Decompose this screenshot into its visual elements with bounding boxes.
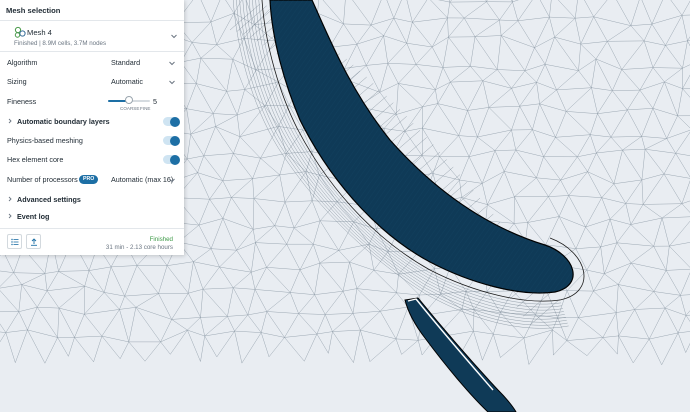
advanced-settings-label: Advanced settings xyxy=(17,195,81,204)
mesh-name: Mesh 4 xyxy=(27,28,52,37)
chevron-down-icon xyxy=(171,34,177,39)
run-time-text: 31 min - 2.13 core hours xyxy=(105,244,173,251)
chevron-down-icon xyxy=(169,61,175,66)
panel-title: Mesh selection xyxy=(6,6,61,15)
divider xyxy=(0,51,184,52)
toggle-knob xyxy=(170,116,180,127)
export-button[interactable] xyxy=(26,234,41,249)
processors-select[interactable]: Automatic (max 16) xyxy=(108,173,178,185)
algorithm-row: Algorithm Standard xyxy=(0,53,184,71)
sizing-value: Automatic xyxy=(111,77,143,86)
toggle-knob xyxy=(170,154,180,165)
divider xyxy=(0,20,184,21)
list-button[interactable] xyxy=(7,234,22,249)
hex-core-label: Hex element core xyxy=(7,155,64,164)
sizing-row: Sizing Automatic xyxy=(0,72,184,90)
chevron-down-icon xyxy=(169,80,175,85)
boundary-layers-label: Automatic boundary layers xyxy=(17,117,110,126)
fineness-label: Fineness xyxy=(7,97,37,106)
fineness-value: 5 xyxy=(153,97,157,106)
slider-max-label: FINE xyxy=(140,106,151,111)
pro-badge: PRO xyxy=(79,175,99,184)
slider-min-label: COARSE xyxy=(120,106,140,111)
status-text: Finished xyxy=(149,236,173,243)
event-log-row[interactable]: Event log xyxy=(0,207,184,225)
hex-core-toggle[interactable] xyxy=(163,154,180,165)
chevron-right-icon xyxy=(8,118,12,124)
hex-core-row: Hex element core xyxy=(0,150,184,168)
algorithm-select[interactable]: Standard xyxy=(108,56,178,68)
algorithm-label: Algorithm xyxy=(7,58,38,67)
algorithm-value: Standard xyxy=(111,58,141,67)
chevron-down-icon xyxy=(169,178,175,183)
mesh-selector[interactable]: Mesh 4 Finished | 8.9M cells, 3.7M nodes xyxy=(0,22,184,50)
mesh-summary: Finished | 8.9M cells, 3.7M nodes xyxy=(14,40,107,47)
upload-icon xyxy=(31,238,37,246)
physics-meshing-label: Physics-based meshing xyxy=(7,136,83,145)
boundary-layers-toggle[interactable] xyxy=(163,116,180,127)
boundary-layers-row[interactable]: Automatic boundary layers xyxy=(0,112,184,130)
divider xyxy=(0,228,184,229)
chevron-right-icon xyxy=(8,213,12,219)
slider-thumb[interactable] xyxy=(125,96,133,104)
mesh-icon xyxy=(14,26,26,38)
sizing-select[interactable]: Automatic xyxy=(108,75,178,87)
mesh-selection-panel: Mesh selection Mesh 4 Finished | 8.9M ce… xyxy=(0,0,184,255)
physics-meshing-toggle[interactable] xyxy=(163,135,180,146)
sizing-label: Sizing xyxy=(7,77,27,86)
list-icon xyxy=(11,238,19,246)
processors-label: Number of processors xyxy=(7,175,78,184)
toggle-knob xyxy=(170,135,180,146)
fineness-slider[interactable]: COARSE FINE xyxy=(108,92,150,112)
advanced-settings-row[interactable]: Advanced settings xyxy=(0,190,184,208)
chevron-right-icon xyxy=(8,196,12,202)
event-log-label: Event log xyxy=(17,212,50,221)
processors-value: Automatic (max 16) xyxy=(111,175,174,184)
physics-meshing-row: Physics-based meshing xyxy=(0,131,184,149)
